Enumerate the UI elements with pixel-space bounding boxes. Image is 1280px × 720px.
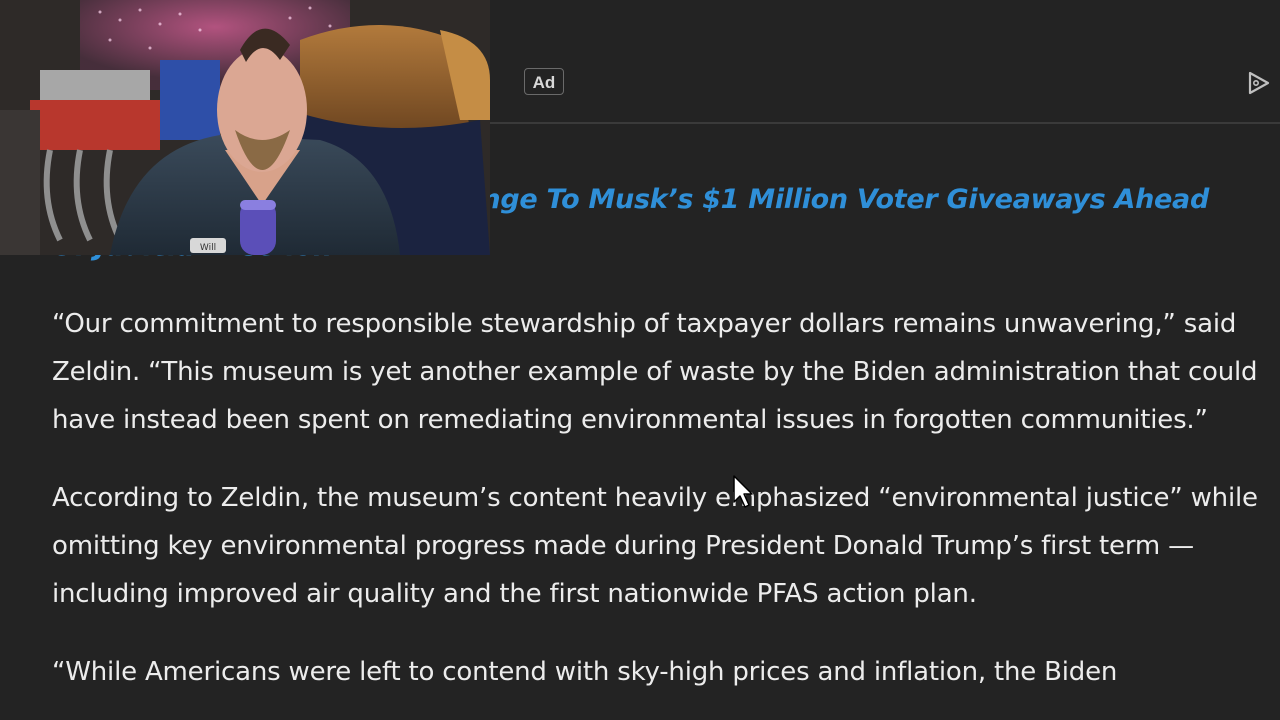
article-body: “Our commitment to responsible stewardsh… (52, 300, 1262, 720)
adchoices-play-icon[interactable] (1246, 70, 1272, 96)
webcam-feed-image: Will (0, 0, 490, 255)
ad-badge[interactable]: Ad (524, 68, 564, 95)
article-paragraph: “Our commitment to responsible stewardsh… (52, 309, 1258, 435)
mouse-cursor-icon (733, 475, 753, 508)
article-page: Ad Appeals Court Rejects Challenge To Mu… (0, 0, 1280, 720)
mic-label: Will (200, 243, 216, 253)
webcam-overlay: Will (0, 0, 490, 255)
ad-banner[interactable] (490, 0, 1280, 124)
article-paragraph: According to Zeldin, the museum’s conten… (52, 483, 1258, 609)
article-paragraph: “While Americans were left to contend wi… (52, 657, 1118, 687)
